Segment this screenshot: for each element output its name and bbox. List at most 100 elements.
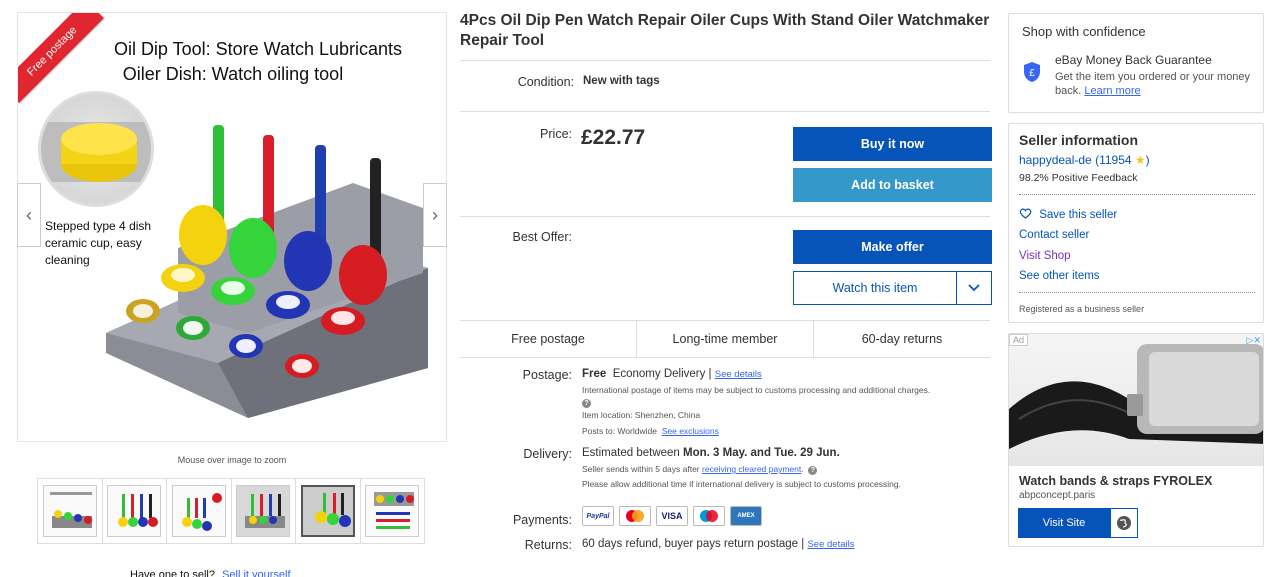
maestro-icon — [693, 506, 725, 526]
positive-feedback: 98.2% Positive Feedback — [1019, 172, 1138, 184]
seller-heading: Seller information — [1019, 132, 1139, 148]
svg-text:£: £ — [1029, 68, 1035, 79]
learn-more-link[interactable]: Learn more — [1084, 85, 1140, 97]
divider — [1019, 194, 1255, 195]
visit-site-button[interactable]: Visit Site — [1018, 508, 1110, 538]
next-image-button[interactable]: › — [423, 183, 447, 247]
postage-see-details-link[interactable]: See details — [715, 369, 762, 380]
visit-shop-link[interactable]: Visit Shop — [1019, 250, 1071, 262]
condition-label: Condition: — [517, 75, 574, 89]
delivery-sends: Seller sends within 5 days after receivi… — [582, 464, 982, 475]
returns-text: 60 days refund, buyer pays return postag… — [582, 538, 805, 550]
postage-value: Free Economy Delivery | See details — [582, 368, 762, 380]
amex-icon: AMEX — [730, 506, 762, 526]
chevron-left-icon: ‹ — [26, 204, 32, 225]
price-label: Price: — [540, 127, 572, 141]
seller-information-box: Seller information happydeal-de (11954 ★… — [1008, 123, 1264, 323]
receiving-cleared-payment-link[interactable]: receiving cleared payment — [702, 464, 801, 474]
ad-source: abpconcept.paris — [1019, 490, 1096, 501]
thumbnail-4[interactable] — [232, 479, 296, 543]
thumbnail-1[interactable] — [38, 479, 103, 543]
condition-value: New with tags — [583, 75, 660, 87]
adchoices-close-icon[interactable]: ▷✕ — [1247, 335, 1261, 346]
ad-image[interactable] — [1009, 334, 1263, 466]
watch-item-button[interactable]: Watch this item — [793, 271, 992, 305]
make-offer-button[interactable]: Make offer — [793, 230, 992, 264]
posts-to: Posts to: Worldwide See exclusions — [582, 426, 982, 437]
hero-line-2: Oiler Dish: Watch oiling tool — [122, 64, 344, 84]
divider — [460, 111, 990, 112]
badge-free-postage: Free postage — [460, 321, 637, 357]
badge-long-time-member: Long-time member — [637, 321, 814, 357]
advertisement[interactable]: Ad ▷✕ Watch bands & straps FYROLEX abpco… — [1008, 333, 1264, 547]
detail-zoom-circle — [38, 91, 154, 207]
save-seller-label: Save this seller — [1039, 209, 1118, 221]
image-caption: Stepped type 4 dish ceramic cup, easy cl… — [45, 219, 152, 267]
watch-strap-image — [1009, 344, 1263, 449]
returns-label: Returns: — [524, 538, 572, 552]
badge-row: Free postage Long-time member 60-day ret… — [460, 320, 990, 358]
delivery-sends-text: Seller sends within 5 days after — [582, 464, 700, 474]
contact-seller-link[interactable]: Contact seller — [1019, 229, 1089, 241]
seller-feedback-count[interactable]: (11954 — [1095, 153, 1131, 167]
thumbnail-5[interactable] — [296, 479, 361, 543]
postage-label: Postage: — [522, 368, 572, 382]
divider — [460, 60, 990, 61]
badge-60-day-returns: 60-day returns — [861, 332, 943, 346]
delivery-label: Delivery: — [523, 447, 572, 461]
see-other-items-link[interactable]: See other items — [1019, 270, 1100, 282]
divider — [460, 216, 990, 217]
thumbnail-2[interactable] — [103, 479, 167, 543]
visa-icon: VISA — [656, 506, 688, 526]
watch-item-label: Watch this item — [832, 281, 918, 295]
previous-image-button[interactable]: ‹ — [17, 183, 41, 247]
posts-to-text: Posts to: Worldwide — [582, 426, 657, 436]
returns-value: 60 days refund, buyer pays return postag… — [582, 538, 854, 550]
save-seller-button[interactable]: Save this seller — [1019, 208, 1117, 221]
best-offer-label: Best Offer: — [512, 230, 572, 244]
sell-question: Have one to sell? — [130, 569, 215, 577]
postage-international-note: International postage of items may be su… — [582, 385, 931, 395]
divider — [1019, 292, 1255, 293]
postage-free: Free — [582, 368, 607, 380]
question-icon[interactable]: ? — [582, 399, 591, 408]
hero-title: Oil Dip Tool: Store Watch Lubricants Oil… — [18, 37, 446, 87]
hero-line-1: Oil Dip Tool: Store Watch Lubricants — [113, 39, 403, 59]
ad-title[interactable]: Watch bands & straps FYROLEX — [1019, 474, 1212, 488]
mastercard-icon — [619, 506, 651, 526]
see-exclusions-link[interactable]: See exclusions — [662, 426, 719, 436]
seller-name-line: happydeal-de (11954 ★) — [1019, 153, 1150, 167]
returns-see-details-link[interactable]: See details — [807, 539, 854, 550]
confidence-heading: Shop with confidence — [1022, 24, 1146, 39]
paypal-icon: PayPal — [582, 506, 614, 526]
chevron-right-icon: › — [432, 204, 438, 225]
heart-icon — [1019, 208, 1032, 219]
thumbnail-3[interactable] — [167, 479, 232, 543]
price-value: £22.77 — [581, 126, 646, 149]
delivery-dates: Mon. 3 May. and Tue. 29 Jun. — [683, 447, 840, 459]
zoom-hint: Mouse over image to zoom — [177, 455, 287, 465]
buy-it-now-button[interactable]: Buy it now — [793, 127, 992, 161]
sell-prompt: Have one to sell? Sell it yourself — [130, 569, 291, 577]
shop-with-confidence-box: Shop with confidence £ eBay Money Back G… — [1008, 13, 1264, 113]
postage-help: ? — [582, 397, 982, 408]
delivery-prefix: Estimated between — [582, 447, 680, 459]
delivery-note: Please allow additional time if internat… — [582, 479, 901, 489]
guarantee-title: eBay Money Back Guarantee — [1055, 53, 1212, 67]
thumbnail-6[interactable] — [361, 479, 425, 543]
seller-name-link[interactable]: happydeal-de — [1019, 153, 1092, 167]
payments-label: Payments: — [512, 513, 572, 527]
globe-icon[interactable] — [1110, 508, 1138, 538]
shield-pound-icon: £ — [1024, 62, 1040, 82]
postage-service: Economy Delivery | — [612, 368, 712, 380]
guarantee-description: Get the item you ordered or your money b… — [1055, 70, 1255, 98]
add-to-basket-button[interactable]: Add to basket — [793, 168, 992, 202]
question-icon[interactable]: ? — [808, 466, 818, 475]
registered-business-note: Registered as a business seller — [1019, 304, 1145, 314]
payment-methods: PayPal VISA AMEX — [582, 506, 762, 526]
ad-label: Ad — [1009, 334, 1029, 346]
sell-it-yourself-link[interactable]: Sell it yourself — [222, 569, 290, 577]
watch-dropdown-toggle[interactable] — [957, 284, 991, 292]
product-image-main[interactable]: Free postage Oil Dip Tool: Store Watch L… — [17, 12, 447, 442]
listing-title: 4Pcs Oil Dip Pen Watch Repair Oiler Cups… — [460, 12, 990, 49]
